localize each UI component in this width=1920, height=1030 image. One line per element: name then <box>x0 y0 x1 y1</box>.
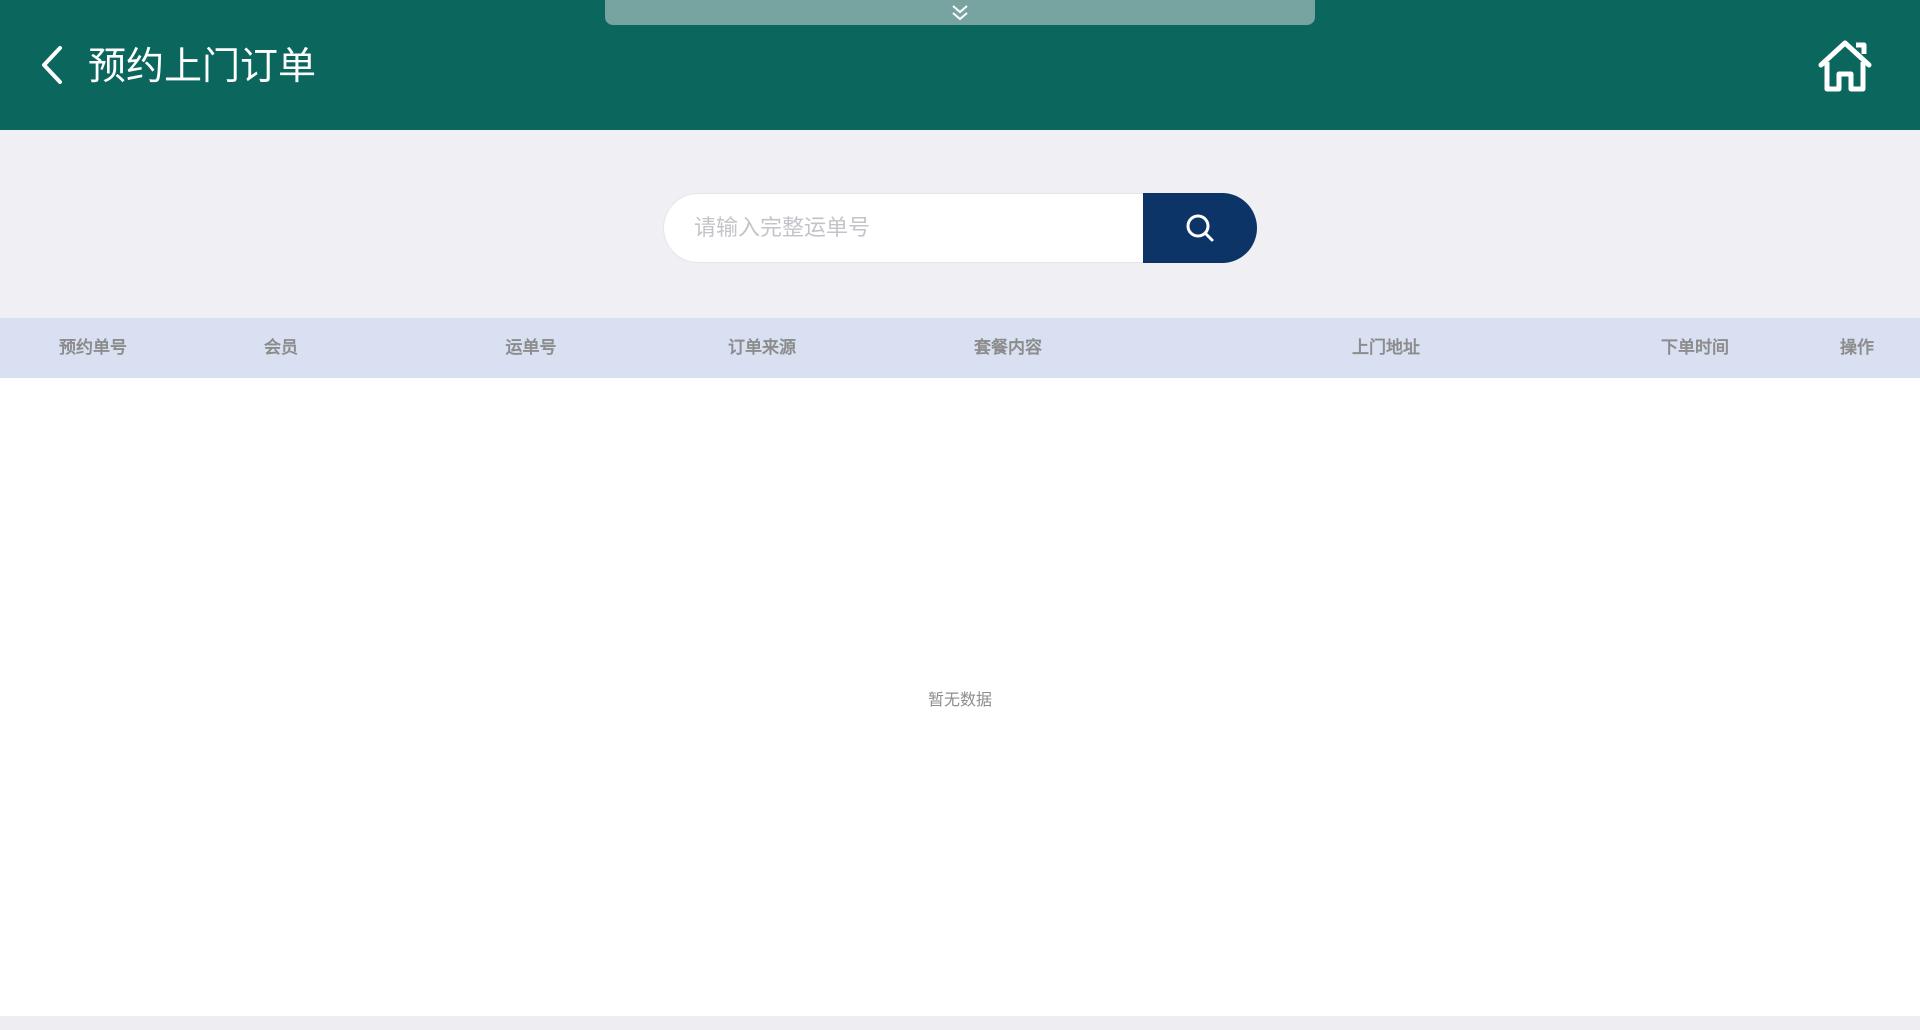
search-button[interactable] <box>1143 193 1257 263</box>
column-header-member[interactable]: 会员 <box>264 318 298 378</box>
column-header-address[interactable]: 上门地址 <box>1352 318 1420 378</box>
column-header-waybill-no[interactable]: 运单号 <box>506 318 557 378</box>
search-icon <box>1186 214 1214 242</box>
search-box <box>663 193 1257 263</box>
back-button[interactable] <box>34 43 70 87</box>
double-chevron-down-icon <box>952 4 968 20</box>
app-header: 预约上门订单 <box>0 0 1920 130</box>
page-title: 预约上门订单 <box>88 44 317 88</box>
search-input[interactable] <box>663 193 1143 263</box>
column-header-order-source[interactable]: 订单来源 <box>728 318 796 378</box>
table-header: 预约单号 会员 运单号 订单来源 套餐内容 上门地址 下单时间 操作 <box>0 318 1920 378</box>
column-header-order-time[interactable]: 下单时间 <box>1661 318 1729 378</box>
footer-divider <box>0 1016 1920 1030</box>
home-button[interactable] <box>1815 36 1875 96</box>
home-icon <box>1818 40 1872 92</box>
pull-down-tab[interactable] <box>605 0 1315 25</box>
column-header-actions[interactable]: 操作 <box>1840 318 1874 378</box>
empty-state-text: 暂无数据 <box>927 690 993 709</box>
search-area <box>0 130 1920 318</box>
column-header-reservation-no[interactable]: 预约单号 <box>59 318 127 378</box>
column-header-package[interactable]: 套餐内容 <box>974 318 1042 378</box>
table-body: 暂无数据 <box>0 378 1920 1016</box>
chevron-left-icon <box>42 46 62 84</box>
